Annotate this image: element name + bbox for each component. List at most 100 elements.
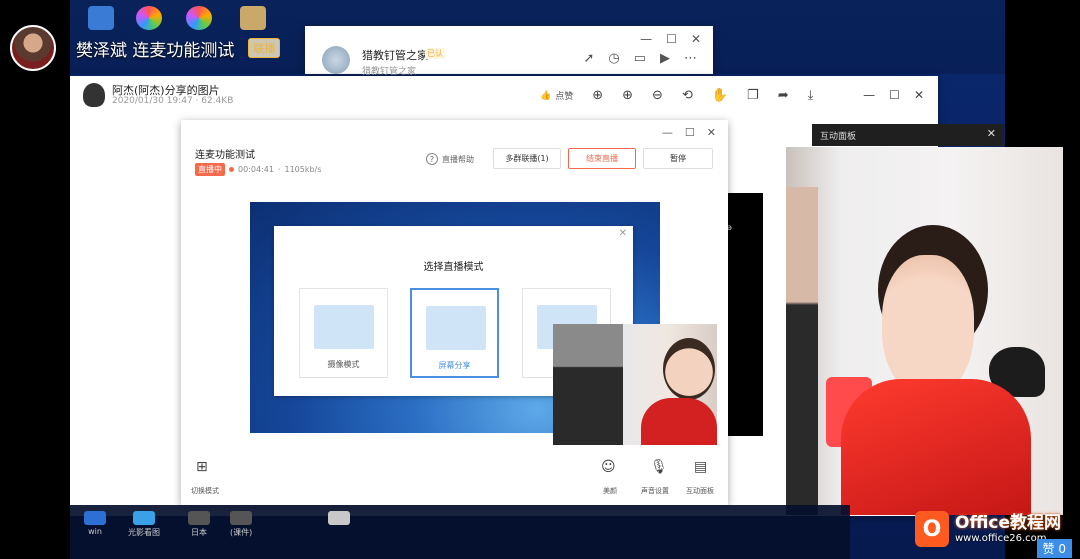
taskbar-item[interactable]: win (84, 511, 106, 536)
taskbar: win 光影看图 日本 (课件) (70, 505, 850, 559)
clock-icon[interactable]: ◷ (608, 51, 619, 66)
help-label: 直播帮助 (442, 154, 474, 164)
watermark-brand: Office教程网 (955, 513, 1062, 534)
viewer-toolbar: 👍 点赞 ⊕ ⊕ ⊖ ⟲ ✋ ❐ ➦ ⤓ (540, 88, 813, 103)
taskbar-item[interactable]: 光影看图 (128, 511, 160, 538)
separator: · (277, 165, 281, 174)
video-icon[interactable]: ▶ (660, 51, 670, 66)
close-button[interactable]: ✕ (707, 126, 716, 139)
streamer-name: 樊泽斌 连麦功能测试 (76, 40, 235, 61)
main-camera-feed (786, 147, 1063, 515)
beauty-label: 美颜 (603, 487, 617, 495)
child-face (663, 338, 715, 400)
zoom-out-icon[interactable]: ⊖ (652, 88, 663, 103)
close-button[interactable]: ✕ (914, 88, 924, 102)
question-icon: ? (426, 153, 438, 165)
interactive-panel-header: 互动面板 ✕ (812, 124, 1004, 146)
office-logo-icon: O (915, 511, 949, 547)
image-viewer-icon (133, 511, 155, 525)
image-meta: 2020/01/30 19:47 · 62.4KB (112, 96, 234, 106)
taskbar-item[interactable]: (课件) (230, 511, 252, 538)
taskbar-label: (课件) (230, 528, 253, 537)
interactive-panel-title: 互动面板 (820, 132, 857, 142)
app-icon (230, 511, 253, 525)
taskbar-label: 日本 (191, 528, 207, 537)
option-label: 屏幕分享 (438, 361, 471, 370)
taskbar-label: 光影看图 (128, 528, 160, 537)
child-coat (641, 398, 717, 445)
like-label: 点赞 (555, 92, 574, 102)
pause-button[interactable]: 暂停 (643, 148, 713, 169)
screen-share-option[interactable]: 屏幕分享 (410, 288, 499, 378)
adult-figure (786, 187, 818, 515)
share-icon[interactable]: ➦ (778, 88, 789, 103)
beauty-icon[interactable]: ☺ (601, 459, 616, 475)
taskbar-item[interactable] (328, 511, 350, 527)
maximize-button[interactable]: ☐ (666, 32, 677, 46)
minimize-button[interactable]: — (640, 32, 652, 46)
close-icon[interactable]: ✕ (619, 228, 627, 239)
viewer-window-controls: — ☐ ✕ (863, 88, 924, 102)
child-red-coat (841, 379, 1031, 515)
live-bitrate: 1105kb/s (284, 165, 322, 174)
group-avatar (322, 46, 350, 74)
rotate-icon[interactable]: ⟲ (682, 88, 693, 103)
recording-dot-icon (229, 167, 234, 172)
app-icon (188, 511, 210, 525)
live-window-controls: — ☐ ✕ (662, 126, 716, 139)
multi-group-button[interactable]: 多群联播(1) (493, 148, 561, 169)
switch-mode-icon[interactable]: ⊞ (196, 459, 208, 475)
camera-mode-option[interactable]: 摄像模式 (299, 288, 388, 378)
close-button[interactable]: ✕ (987, 127, 996, 140)
co-broadcast-tag: 联播 (248, 38, 281, 58)
interactive-panel-icon[interactable]: ▤ (694, 459, 707, 475)
live-badge: 直播中 (195, 163, 225, 176)
download-icon[interactable]: ⤓ (808, 88, 814, 103)
interactive-panel-label: 互动面板 (686, 487, 714, 495)
chat-toolbar: ➚ ◷ ▭ ▶ ⋯ (583, 51, 697, 66)
live-title: 连麦功能测试 (195, 150, 255, 161)
guest-camera-feed (553, 324, 717, 445)
option-label: 摄像模式 (327, 360, 360, 369)
sender-avatar (83, 83, 105, 107)
microphone-icon[interactable]: 🎙 (650, 459, 668, 475)
child-face (882, 255, 974, 395)
switch-mode-label: 切换模式 (191, 487, 219, 495)
minimize-button[interactable]: — (863, 88, 875, 102)
folder-icon[interactable]: ▭ (634, 51, 646, 66)
zoom-in-alt-icon[interactable]: ⊕ (622, 88, 633, 103)
zoom-in-icon[interactable]: ⊕ (592, 88, 603, 103)
black-side-panel: ǝ (727, 193, 763, 436)
viewer-header: 阿杰(阿杰)分享的图片 2020/01/30 19:47 · 62.4KB 👍 点… (70, 76, 938, 116)
like-button[interactable]: 👍 点赞 (540, 89, 574, 103)
chat-window: — ☐ ✕ 猎教钉管之家 已认 猎教钉管之家 ➚ ◷ ▭ ▶ ⋯ (305, 26, 713, 77)
streamer-info: 樊泽斌 连麦功能测试 联播 (10, 25, 281, 71)
verified-chip: 已认 (425, 48, 445, 59)
taskbar-label: win (88, 527, 102, 536)
win-icon (84, 511, 106, 525)
app-icon (328, 511, 350, 525)
end-live-button[interactable]: 结束直播 (568, 148, 636, 169)
camera-mode-illustration (314, 305, 374, 349)
copy-icon[interactable]: ❐ (747, 88, 759, 103)
live-duration: 00:04:41 (238, 165, 274, 174)
more-icon[interactable]: ⋯ (684, 51, 697, 66)
streamer-avatar (10, 25, 56, 71)
group-name: 猎教钉管之家 (362, 49, 428, 62)
share-icon[interactable]: ➚ (583, 51, 594, 66)
thumbs-up-icon: 👍 (540, 90, 552, 101)
maximize-button[interactable]: ☐ (685, 126, 695, 139)
adult-figure (553, 324, 623, 445)
hand-icon[interactable]: ✋ (712, 88, 728, 103)
screen-share-illustration (426, 306, 486, 350)
mode-dialog-title: 选择直播模式 (423, 262, 484, 273)
close-button[interactable]: ✕ (691, 32, 701, 46)
live-status: 直播中 00:04:41 · 1105kb/s (195, 163, 321, 176)
audio-settings-label: 声音设置 (641, 487, 669, 495)
minimize-button[interactable]: — (662, 126, 673, 139)
taskbar-item[interactable]: 日本 (188, 511, 210, 538)
chat-window-controls: — ☐ ✕ (640, 32, 701, 46)
live-help-link[interactable]: ? 直播帮助 (426, 153, 474, 165)
maximize-button[interactable]: ☐ (889, 88, 900, 102)
likes-counter: 赞 0 (1036, 539, 1072, 558)
